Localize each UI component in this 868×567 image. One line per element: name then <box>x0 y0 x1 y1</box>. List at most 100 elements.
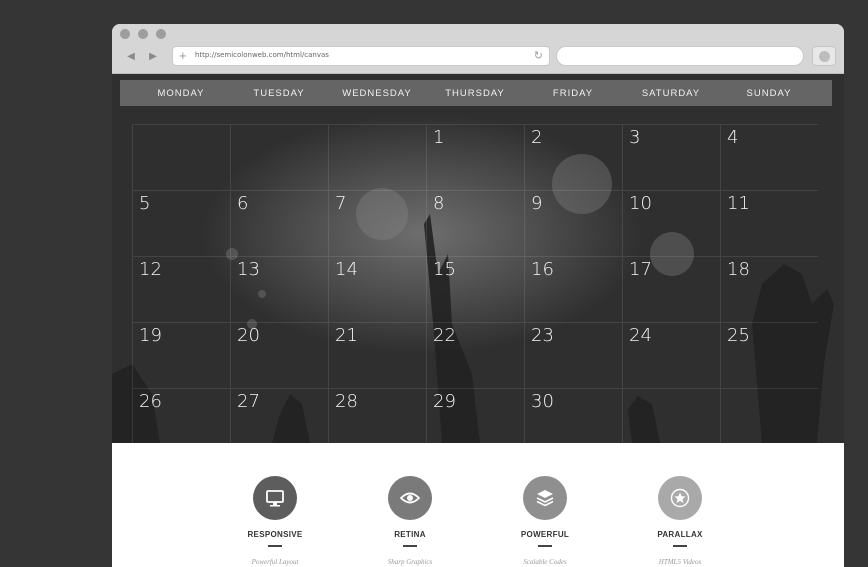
calendar-day-cell[interactable]: 4 <box>720 124 818 190</box>
calendar-day-cell[interactable]: 21 <box>328 322 426 388</box>
feature-divider <box>538 545 552 547</box>
forward-button[interactable]: ▶ <box>142 48 164 66</box>
calendar-day-cell[interactable]: 15 <box>426 256 524 322</box>
calendar-day-cell[interactable]: 14 <box>328 256 426 322</box>
address-bar[interactable]: + http://semicolonweb.com/html/canvas ↻ <box>172 46 550 66</box>
calendar-grid: 1 2 3 4 5 6 7 8 9 10 11 12 13 14 15 16 17 18 19 20 21 22 23 24 2… <box>132 124 822 443</box>
new-tab-icon[interactable]: + <box>179 48 187 64</box>
calendar-day-cell[interactable]: 3 <box>622 124 720 190</box>
calendar-empty-cell <box>132 124 230 190</box>
star-icon <box>670 488 690 508</box>
reload-icon[interactable]: ↻ <box>534 49 543 63</box>
calendar-day-number: 4 <box>727 127 739 148</box>
weekday-thursday: THURSDAY <box>445 88 505 99</box>
calendar-day-number: 14 <box>335 259 358 280</box>
calendar-day-number: 23 <box>531 325 554 346</box>
calendar-weekday-header: MONDAY TUESDAY WEDNESDAY THURSDAY FRIDAY… <box>120 80 832 106</box>
calendar-day-number: 8 <box>433 193 445 214</box>
feature-icon-circle[interactable] <box>253 476 297 520</box>
weekday-wednesday: WEDNESDAY <box>342 88 412 99</box>
feature-title: RETINA <box>394 530 426 539</box>
feature-responsive: RESPONSIVE Powerful Layout <box>220 476 330 567</box>
feature-icon-circle[interactable] <box>658 476 702 520</box>
feature-parallax: PARALLAX HTML5 Videos <box>625 476 735 567</box>
feature-icon-circle[interactable] <box>388 476 432 520</box>
extension-button[interactable] <box>812 46 836 66</box>
feature-subtitle: HTML5 Videos <box>658 558 702 566</box>
calendar-day-number: 21 <box>335 325 358 346</box>
calendar-day-cell[interactable]: 26 <box>132 388 230 443</box>
feature-icon-circle[interactable] <box>523 476 567 520</box>
weekday-monday: MONDAY <box>157 88 205 99</box>
calendar-day-cell[interactable]: 2 <box>524 124 622 190</box>
calendar-day-cell[interactable]: 16 <box>524 256 622 322</box>
url-text: http://semicolonweb.com/html/canvas <box>195 51 329 59</box>
browser-toolbar: ◀ ▶ + http://semicolonweb.com/html/canva… <box>112 24 844 74</box>
feature-divider <box>403 545 417 547</box>
calendar-day-cell[interactable]: 19 <box>132 322 230 388</box>
calendar-day-number: 26 <box>139 391 162 412</box>
feature-subtitle: Scalable Codes <box>523 558 567 566</box>
weekday-sunday: SUNDAY <box>746 88 792 99</box>
calendar-day-cell[interactable]: 23 <box>524 322 622 388</box>
calendar: MONDAY TUESDAY WEDNESDAY THURSDAY FRIDAY… <box>120 80 832 443</box>
feature-retina: RETINA Sharp Graphics <box>355 476 465 567</box>
back-button[interactable]: ◀ <box>120 48 142 66</box>
calendar-day-number: 12 <box>139 259 162 280</box>
calendar-day-number: 5 <box>139 193 151 214</box>
feature-title: POWERFUL <box>520 530 570 539</box>
calendar-day-number: 29 <box>433 391 456 412</box>
calendar-day-cell[interactable]: 22 <box>426 322 524 388</box>
browser-window: ◀ ▶ + http://semicolonweb.com/html/canva… <box>112 24 844 567</box>
calendar-day-number: 25 <box>727 325 750 346</box>
layers-icon <box>536 490 554 507</box>
calendar-day-number: 15 <box>433 259 456 280</box>
calendar-day-cell[interactable]: 1 <box>426 124 524 190</box>
calendar-day-number: 6 <box>237 193 249 214</box>
window-maximize-button[interactable] <box>156 29 166 39</box>
calendar-day-cell[interactable]: 20 <box>230 322 328 388</box>
calendar-day-number: 16 <box>531 259 554 280</box>
calendar-day-number: 19 <box>139 325 162 346</box>
calendar-day-cell[interactable]: 29 <box>426 388 524 443</box>
calendar-day-cell[interactable]: 7 <box>328 190 426 256</box>
calendar-day-number: 3 <box>629 127 641 148</box>
calendar-empty-cell <box>720 388 818 443</box>
calendar-day-number: 2 <box>531 127 543 148</box>
calendar-day-cell[interactable]: 12 <box>132 256 230 322</box>
weekday-friday: FRIDAY <box>552 88 594 99</box>
calendar-day-number: 17 <box>629 259 652 280</box>
weekday-saturday: SATURDAY <box>641 88 701 99</box>
calendar-day-cell[interactable]: 30 <box>524 388 622 443</box>
calendar-day-cell[interactable]: 17 <box>622 256 720 322</box>
weekday-tuesday: TUESDAY <box>253 88 305 99</box>
calendar-day-number: 10 <box>629 193 652 214</box>
calendar-day-cell[interactable]: 13 <box>230 256 328 322</box>
calendar-day-cell[interactable]: 24 <box>622 322 720 388</box>
calendar-empty-cell <box>622 388 720 443</box>
calendar-day-cell[interactable]: 27 <box>230 388 328 443</box>
window-minimize-button[interactable] <box>138 29 148 39</box>
calendar-day-number: 1 <box>433 127 445 148</box>
calendar-day-cell[interactable]: 28 <box>328 388 426 443</box>
calendar-day-cell[interactable]: 8 <box>426 190 524 256</box>
search-input[interactable] <box>556 46 804 66</box>
calendar-day-cell[interactable]: 9 <box>524 190 622 256</box>
calendar-day-number: 24 <box>629 325 652 346</box>
calendar-day-number: 22 <box>433 325 456 346</box>
calendar-day-number: 27 <box>237 391 260 412</box>
calendar-day-number: 9 <box>531 193 543 214</box>
calendar-day-number: 28 <box>335 391 358 412</box>
feature-subtitle: Sharp Graphics <box>387 558 433 566</box>
calendar-day-cell[interactable]: 11 <box>720 190 818 256</box>
calendar-day-cell[interactable]: 5 <box>132 190 230 256</box>
extension-icon <box>819 51 830 62</box>
feature-divider <box>268 545 282 547</box>
calendar-day-cell[interactable]: 25 <box>720 322 818 388</box>
window-close-button[interactable] <box>120 29 130 39</box>
calendar-day-cell[interactable]: 18 <box>720 256 818 322</box>
calendar-empty-cell <box>328 124 426 190</box>
calendar-day-cell[interactable]: 10 <box>622 190 720 256</box>
calendar-day-cell[interactable]: 6 <box>230 190 328 256</box>
calendar-day-number: 7 <box>335 193 347 214</box>
